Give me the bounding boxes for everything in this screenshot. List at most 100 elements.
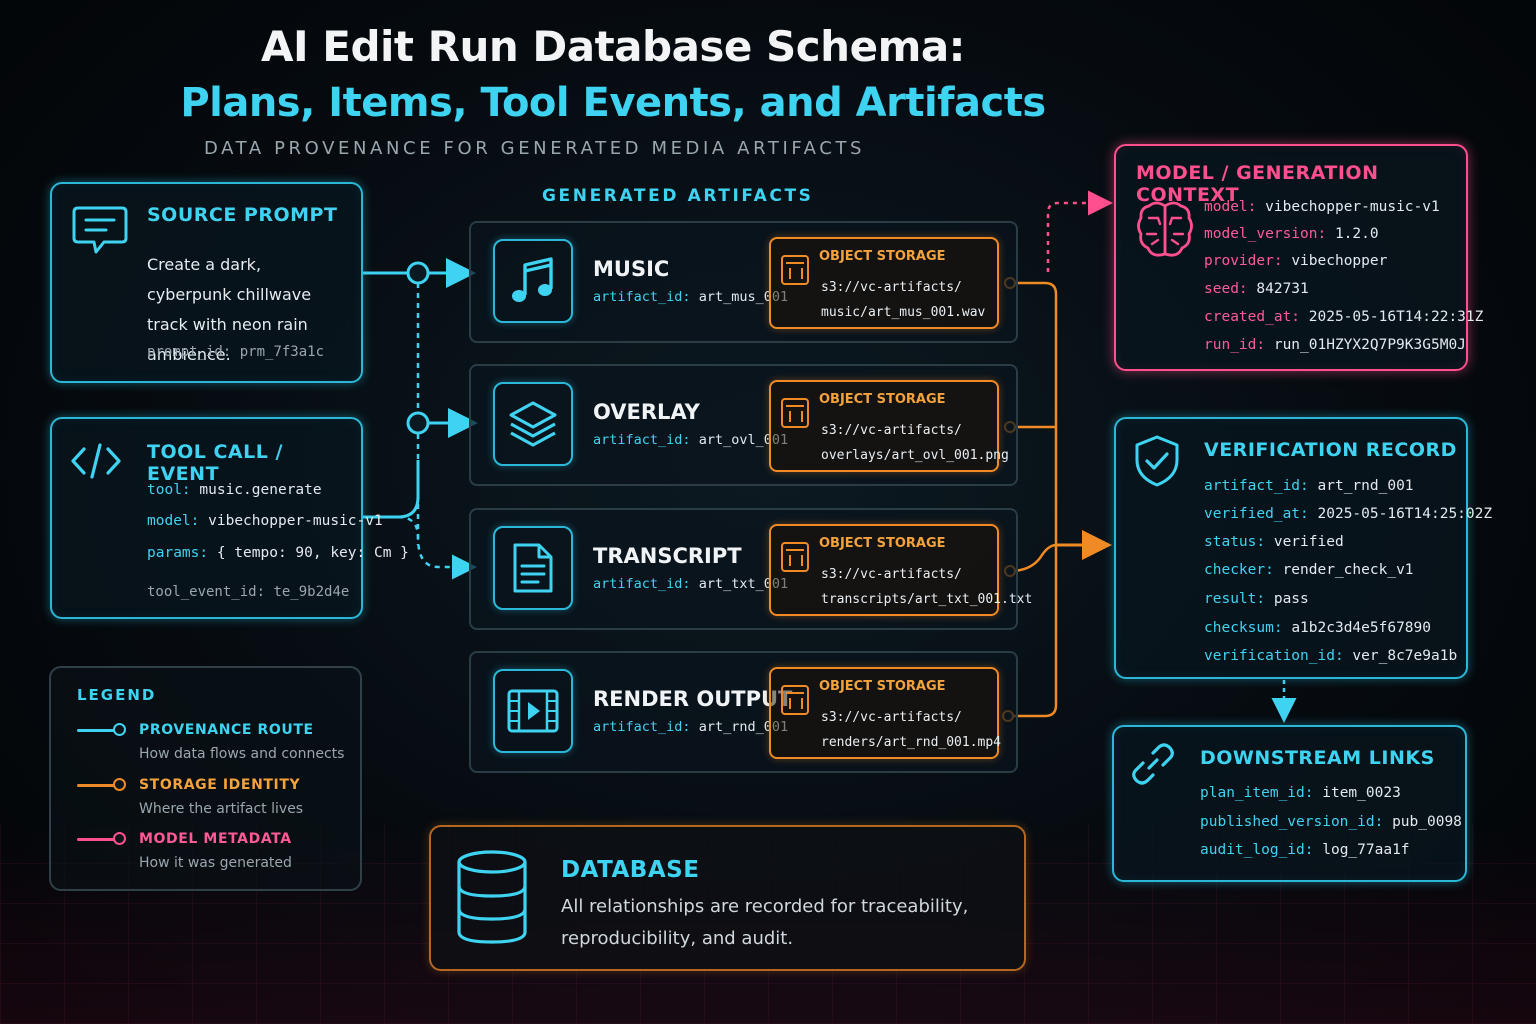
document-icon — [513, 543, 553, 593]
object-storage-box[interactable]: OBJECT STORAGE s3://vc-artifacts/overlay… — [769, 380, 1009, 472]
verification-field-row: verification_id: ver_8c7e9a1b — [1204, 648, 1457, 664]
legend-item-desc: How it was generated — [139, 855, 292, 871]
verification-field-row: status: verified — [1204, 534, 1344, 550]
storage-path: s3://vc-artifacts/music/art_mus_001.wav — [821, 275, 985, 325]
artifact-id-label: artifact_id: — [593, 432, 691, 448]
legend-item-name: STORAGE IDENTITY — [139, 777, 301, 793]
artifact-id-row: artifact_id: art_mus_001 — [593, 289, 788, 305]
artifact-row-transcript[interactable]: TRANSCRIPT artifact_id: art_txt_001 OBJE… — [469, 508, 1032, 630]
legend-dot-storage — [113, 778, 126, 791]
field-label: plan_item_id: — [1200, 785, 1314, 801]
wire-tool-to-trunk — [363, 460, 420, 519]
downstream-links-card[interactable]: DOWNSTREAM LINKS plan_item_id: item_0023… — [1112, 725, 1467, 882]
tool-field-row: params: { tempo: 90, key: Cm } — [147, 545, 409, 561]
music-icon-box — [493, 239, 573, 323]
model-context-card[interactable]: MODEL / GENERATION CONTEXT model: vibech… — [1114, 144, 1483, 371]
field-value: vibechopper — [1291, 253, 1388, 269]
model-field-row: model: vibechopper-music-v1 — [1204, 199, 1440, 215]
model-field-row: model_version: 1.2.0 — [1204, 226, 1379, 242]
tool-call-card[interactable]: TOOL CALL / EVENT tool: music.generate m… — [50, 417, 409, 619]
storage-path-line: music/art_mus_001.wav — [821, 305, 986, 320]
field-label: seed: — [1204, 281, 1248, 297]
field-label: status: — [1204, 534, 1266, 550]
legend-line-storage — [77, 784, 117, 787]
field-label: checksum: — [1204, 620, 1283, 636]
tool-event-id-value: te_9b2d4e — [273, 584, 350, 600]
page-subtitle: Plans, Items, Tool Events, and Artifacts — [180, 80, 1046, 126]
artifact-row-music[interactable]: MUSIC artifact_id: art_mus_001 OBJECT ST… — [469, 221, 1018, 343]
legend-dot-model — [113, 832, 126, 845]
object-storage-box[interactable]: OBJECT STORAGE s3://vc-artifacts/music/a… — [769, 237, 999, 329]
field-value: 842731 — [1256, 281, 1309, 297]
field-value: a1b2c3d4e5f67890 — [1291, 620, 1431, 636]
legend-item-desc: How data flows and connects — [139, 746, 345, 762]
music-note-icon — [512, 257, 553, 302]
downstream-field-row: plan_item_id: item_0023 — [1200, 785, 1401, 801]
legend-item-name: PROVENANCE ROUTE — [139, 722, 314, 738]
object-storage-box[interactable]: OBJECT STORAGE s3://vc-artifacts/transcr… — [769, 524, 1032, 616]
prompt-id-value: prm_7f3a1c — [239, 344, 325, 360]
field-value: run_01HZYX2Q7P9K3G5M0J — [1273, 337, 1466, 353]
shield-check-icon — [1135, 435, 1179, 487]
render-icon-box — [493, 669, 573, 753]
field-value: vibechopper-music-v1 — [1265, 199, 1440, 215]
storage-path-line: renders/art_rnd_001.mp4 — [821, 735, 1002, 750]
film-play-icon — [507, 689, 559, 733]
storage-bucket-icon — [781, 255, 809, 285]
chat-bubble-icon — [72, 206, 128, 254]
legend-item-name: MODEL METADATA — [139, 831, 292, 847]
prompt-id-row: prompt_id: prm_7f3a1c — [147, 344, 324, 360]
tool-call-title: TOOL CALL / EVENT — [147, 441, 283, 485]
storage-bucket-icon — [781, 398, 809, 428]
legend-panel: LEGEND PROVENANCE ROUTE How data flows a… — [49, 666, 362, 891]
wire-node — [406, 261, 430, 285]
downstream-field-row: published_version_id: pub_0098 — [1200, 814, 1462, 830]
field-value: { tempo: 90, key: Cm } — [216, 545, 409, 561]
field-label: result: — [1204, 591, 1266, 607]
tool-field-row: tool: music.generate — [147, 482, 322, 498]
legend-line-model — [77, 838, 117, 841]
database-text: All relationships are recorded for trace… — [561, 896, 969, 949]
artifact-name: RENDER OUTPUT — [593, 687, 793, 711]
artifact-row-render-output[interactable]: RENDER OUTPUT artifact_id: art_rnd_001 O… — [469, 651, 1018, 773]
verification-field-row: verified_at: 2025-05-16T14:25:02Z — [1204, 506, 1492, 522]
source-prompt-title: SOURCE PROMPT — [147, 204, 338, 226]
legend-dot-provenance — [113, 723, 126, 736]
model-field-row: seed: 842731 — [1204, 281, 1309, 297]
field-value: pub_0098 — [1392, 814, 1462, 830]
downstream-field-row: audit_log_id: log_77aa1f — [1200, 842, 1410, 858]
artifact-id-row: artifact_id: art_txt_001 — [593, 576, 788, 592]
verification-record-card[interactable]: VERIFICATION RECORD artifact_id: art_rnd… — [1114, 417, 1492, 679]
field-label: verification_id: — [1204, 648, 1344, 664]
storage-path-line: transcripts/art_txt_001.txt — [821, 592, 1033, 607]
field-label: model: — [1204, 199, 1257, 215]
verification-field-row: artifact_id: art_rnd_001 — [1204, 478, 1414, 494]
artifacts-section-title: GENERATED ARTIFACTS — [542, 186, 814, 206]
field-value: 2025-05-16T14:22:31Z — [1308, 309, 1484, 325]
field-value: music.generate — [199, 482, 322, 498]
field-label: verified_at: — [1204, 506, 1309, 522]
field-label: run_id: — [1204, 337, 1266, 353]
field-value: item_0023 — [1322, 785, 1401, 801]
storage-path-line: overlays/art_ovl_001.png — [821, 448, 1009, 463]
storage-path: s3://vc-artifacts/renders/art_rnd_001.mp… — [821, 705, 1001, 755]
object-storage-box[interactable]: OBJECT STORAGE s3://vc-artifacts/renders… — [769, 667, 1001, 759]
tool-event-id-label: tool_event_id: — [147, 584, 266, 600]
storage-path-line: s3://vc-artifacts/ — [821, 423, 962, 438]
database-card[interactable]: DATABASE All relationships are recorded … — [429, 825, 1026, 971]
storage-path-line: s3://vc-artifacts/ — [821, 710, 962, 725]
artifact-row-overlay[interactable]: OVERLAY artifact_id: art_ovl_001 OBJECT … — [469, 364, 1018, 486]
layers-icon — [509, 401, 557, 447]
code-icon — [71, 443, 121, 479]
database-title: DATABASE — [561, 857, 700, 883]
model-field-row: provider: vibechopper — [1204, 253, 1387, 269]
storage-path-line: s3://vc-artifacts/ — [821, 567, 962, 582]
brain-icon — [1137, 201, 1193, 257]
source-prompt-card[interactable]: SOURCE PROMPT Create a dark, cyberpunk c… — [50, 182, 363, 383]
field-value: 2025-05-16T14:25:02Z — [1317, 506, 1493, 522]
artifact-name: OVERLAY — [593, 400, 700, 424]
storage-title: OBJECT STORAGE — [819, 249, 946, 264]
verification-title: VERIFICATION RECORD — [1204, 439, 1457, 461]
model-field-row: created_at: 2025-05-16T14:22:31Z — [1204, 309, 1483, 325]
page-tagline: DATA PROVENANCE FOR GENERATED MEDIA ARTI… — [204, 138, 866, 159]
